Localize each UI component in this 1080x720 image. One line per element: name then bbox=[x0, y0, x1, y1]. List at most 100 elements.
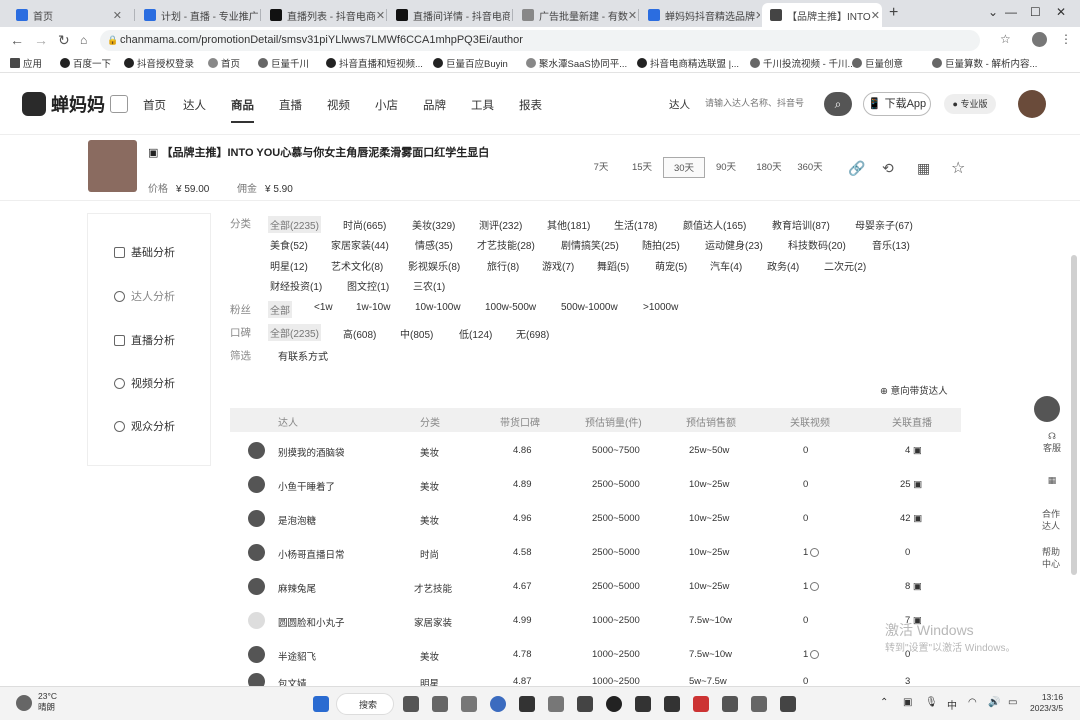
reputation-option[interactable]: 低(124) bbox=[459, 326, 492, 341]
range-360d[interactable]: 360天 bbox=[792, 157, 828, 178]
microphone-icon[interactable]: 🎙 bbox=[925, 697, 938, 708]
category-option[interactable]: 时尚(665) bbox=[343, 217, 386, 232]
video-count[interactable]: 0 bbox=[803, 479, 808, 490]
category-option[interactable]: 美妆(329) bbox=[412, 217, 455, 232]
fans-option[interactable]: 1w-10w bbox=[356, 302, 390, 313]
bookmark-item[interactable]: 抖音电商精选联盟 |... bbox=[637, 56, 739, 70]
reputation-option[interactable]: 高(608) bbox=[343, 326, 376, 341]
influencer-name[interactable]: 小杨哥直播日常 bbox=[278, 547, 345, 561]
category-option[interactable]: 政务(4) bbox=[767, 258, 799, 273]
nav-products[interactable]: 商品 bbox=[231, 97, 254, 123]
category-option[interactable]: 旅行(8) bbox=[487, 258, 519, 273]
range-90d[interactable]: 90天 bbox=[709, 157, 743, 178]
video-count[interactable]: 1 bbox=[803, 547, 820, 558]
category-option[interactable]: 音乐(13) bbox=[872, 237, 910, 252]
sidenav-audience-analysis[interactable]: 观众分析 bbox=[114, 418, 175, 434]
influencer-name[interactable]: 圆圆脸和小丸子 bbox=[278, 615, 345, 629]
table-row[interactable]: 小鱼干睡着了 美妆 4.89 2500~5000 10w~25w 0 25 ▣ bbox=[230, 468, 961, 502]
video-count[interactable]: 0 bbox=[803, 615, 808, 626]
table-row[interactable]: 圆圆脸和小丸子 家居家装 4.99 1000~2500 7.5w~10w 0 7… bbox=[230, 604, 961, 638]
live-count[interactable]: 4 ▣ bbox=[905, 445, 922, 456]
close-tab-icon[interactable]: ✕ bbox=[755, 9, 760, 22]
influencer-name[interactable]: 半途貂飞 bbox=[278, 649, 316, 663]
influencer-name[interactable]: 别摸我的酒脑袋 bbox=[278, 445, 345, 459]
fans-option[interactable]: <1w bbox=[314, 302, 333, 313]
category-option[interactable]: 科技数码(20) bbox=[788, 237, 846, 252]
bookmark-item[interactable]: 抖音授权登录 bbox=[124, 56, 194, 70]
forward-icon[interactable]: → bbox=[34, 32, 48, 48]
sidenav-live-analysis[interactable]: 直播分析 bbox=[114, 332, 175, 348]
video-count[interactable]: 0 bbox=[803, 445, 808, 456]
table-row[interactable]: 别摸我的酒脑袋 美妆 4.86 5000~7500 25w~50w 0 4 ▣ bbox=[230, 434, 961, 468]
help-center-button[interactable]: 帮助中心 bbox=[1040, 546, 1062, 570]
site-logo[interactable]: 蝉妈妈 bbox=[22, 91, 105, 117]
nav-live[interactable]: 直播 bbox=[279, 97, 302, 113]
table-row[interactable]: 半途貂飞 美妆 4.78 1000~2500 7.5w~10w 1 0 bbox=[230, 638, 961, 672]
windows-start-icon[interactable] bbox=[313, 696, 329, 712]
volume-icon[interactable]: 🔊 bbox=[988, 697, 1000, 708]
browser-tab[interactable]: 直播列表 - 抖音电商 ✕ bbox=[262, 3, 384, 27]
bookmark-item[interactable]: 应用 bbox=[10, 56, 42, 70]
category-option[interactable]: 萌宠(5) bbox=[655, 258, 687, 273]
table-row[interactable]: 是泡泡糖 美妆 4.96 2500~5000 10w~25w 0 42 ▣ bbox=[230, 502, 961, 536]
bookmark-item[interactable]: 巨量创意 bbox=[852, 56, 903, 70]
range-7d[interactable]: 7天 bbox=[586, 157, 616, 178]
fans-option[interactable]: 10w-100w bbox=[415, 302, 461, 313]
column-header[interactable]: 关联视频 bbox=[790, 414, 830, 429]
column-header[interactable]: 预估销量(件) bbox=[585, 414, 642, 429]
bookmark-item[interactable]: 百度一下 bbox=[60, 56, 111, 70]
nav-tools[interactable]: 工具 bbox=[471, 97, 494, 113]
browser-tab[interactable]: 蝉妈妈抖音精选品牌 ✕ bbox=[640, 3, 760, 27]
store-icon[interactable] bbox=[519, 696, 535, 712]
nav-brand[interactable]: 品牌 bbox=[423, 97, 446, 113]
reload-icon[interactable]: ↻ bbox=[58, 32, 70, 49]
table-row[interactable]: 麻辣兔尾 才艺技能 4.67 2500~5000 10w~25w 1 8 ▣ bbox=[230, 570, 961, 604]
live-count[interactable]: 0 bbox=[905, 547, 910, 558]
bookmark-item[interactable]: 千川投流视频 - 千川... bbox=[750, 56, 855, 70]
task-view-icon[interactable] bbox=[403, 696, 419, 712]
range-180d[interactable]: 180天 bbox=[750, 157, 788, 178]
search-icon[interactable]: ⌕ bbox=[824, 92, 852, 116]
influencer-name[interactable]: 小鱼干睡着了 bbox=[278, 479, 335, 493]
menu-dots-icon[interactable]: ⋮ bbox=[1060, 32, 1072, 46]
app-icon[interactable] bbox=[751, 696, 767, 712]
grid-menu-icon[interactable] bbox=[110, 95, 128, 113]
partner-influencer-button[interactable]: 合作达人 bbox=[1040, 508, 1062, 532]
category-option[interactable]: 家居家装(44) bbox=[331, 237, 389, 252]
column-header[interactable]: 带货口碑 bbox=[500, 414, 540, 429]
download-app-button[interactable]: 📱 下载App bbox=[863, 92, 931, 116]
app-tray-icon[interactable]: ▣ bbox=[903, 697, 912, 708]
influencer-name[interactable]: 是泡泡糖 bbox=[278, 513, 316, 527]
live-count[interactable]: 3 bbox=[905, 676, 910, 686]
influencer-name[interactable]: 包文婧 bbox=[278, 676, 307, 686]
category-option[interactable]: 影视娱乐(8) bbox=[408, 258, 460, 273]
nav-shop[interactable]: 小店 bbox=[375, 97, 398, 113]
wps-icon[interactable] bbox=[693, 696, 709, 712]
browser-tab[interactable]: 直播间详情 - 抖音电商✕ bbox=[388, 3, 510, 27]
avatar[interactable] bbox=[1018, 90, 1046, 118]
star-icon[interactable]: ☆ bbox=[1000, 32, 1011, 46]
category-option[interactable]: 二次元(2) bbox=[824, 258, 866, 273]
category-option[interactable]: 情感(35) bbox=[415, 237, 453, 252]
sidenav-influencer-analysis[interactable]: 达人分析 bbox=[114, 288, 175, 304]
bookmark-item[interactable]: 聚水潭SaaS协同平... bbox=[526, 56, 627, 70]
browser-tab[interactable]: 计划 - 直播 - 专业推广✕ bbox=[136, 3, 258, 27]
chevron-up-icon[interactable]: ⌃ bbox=[880, 697, 888, 708]
close-window-icon[interactable]: ✕ bbox=[1056, 5, 1066, 19]
search-type-select[interactable]: 达人 bbox=[669, 97, 690, 112]
column-header[interactable]: 关联直播 bbox=[892, 414, 932, 429]
ime-indicator[interactable]: 中 bbox=[947, 697, 957, 712]
category-option[interactable]: 游戏(7) bbox=[542, 258, 574, 273]
close-tab-icon[interactable]: ✕ bbox=[376, 9, 384, 22]
app-icon[interactable] bbox=[664, 696, 680, 712]
app-icon[interactable] bbox=[635, 696, 651, 712]
browser-tab[interactable]: 首页 ✕ bbox=[8, 3, 130, 27]
video-count[interactable]: 0 bbox=[803, 676, 808, 686]
video-count[interactable]: 1 bbox=[803, 581, 820, 592]
fans-option[interactable]: 100w-500w bbox=[485, 302, 536, 313]
fans-option[interactable]: 500w-1000w bbox=[561, 302, 618, 313]
link-icon[interactable]: 🔗 bbox=[848, 160, 865, 177]
live-count[interactable]: 42 ▣ bbox=[900, 513, 922, 524]
category-option[interactable]: 测评(232) bbox=[479, 217, 522, 232]
browser-tab-active[interactable]: 【品牌主推】INTO ✕ bbox=[762, 3, 882, 27]
